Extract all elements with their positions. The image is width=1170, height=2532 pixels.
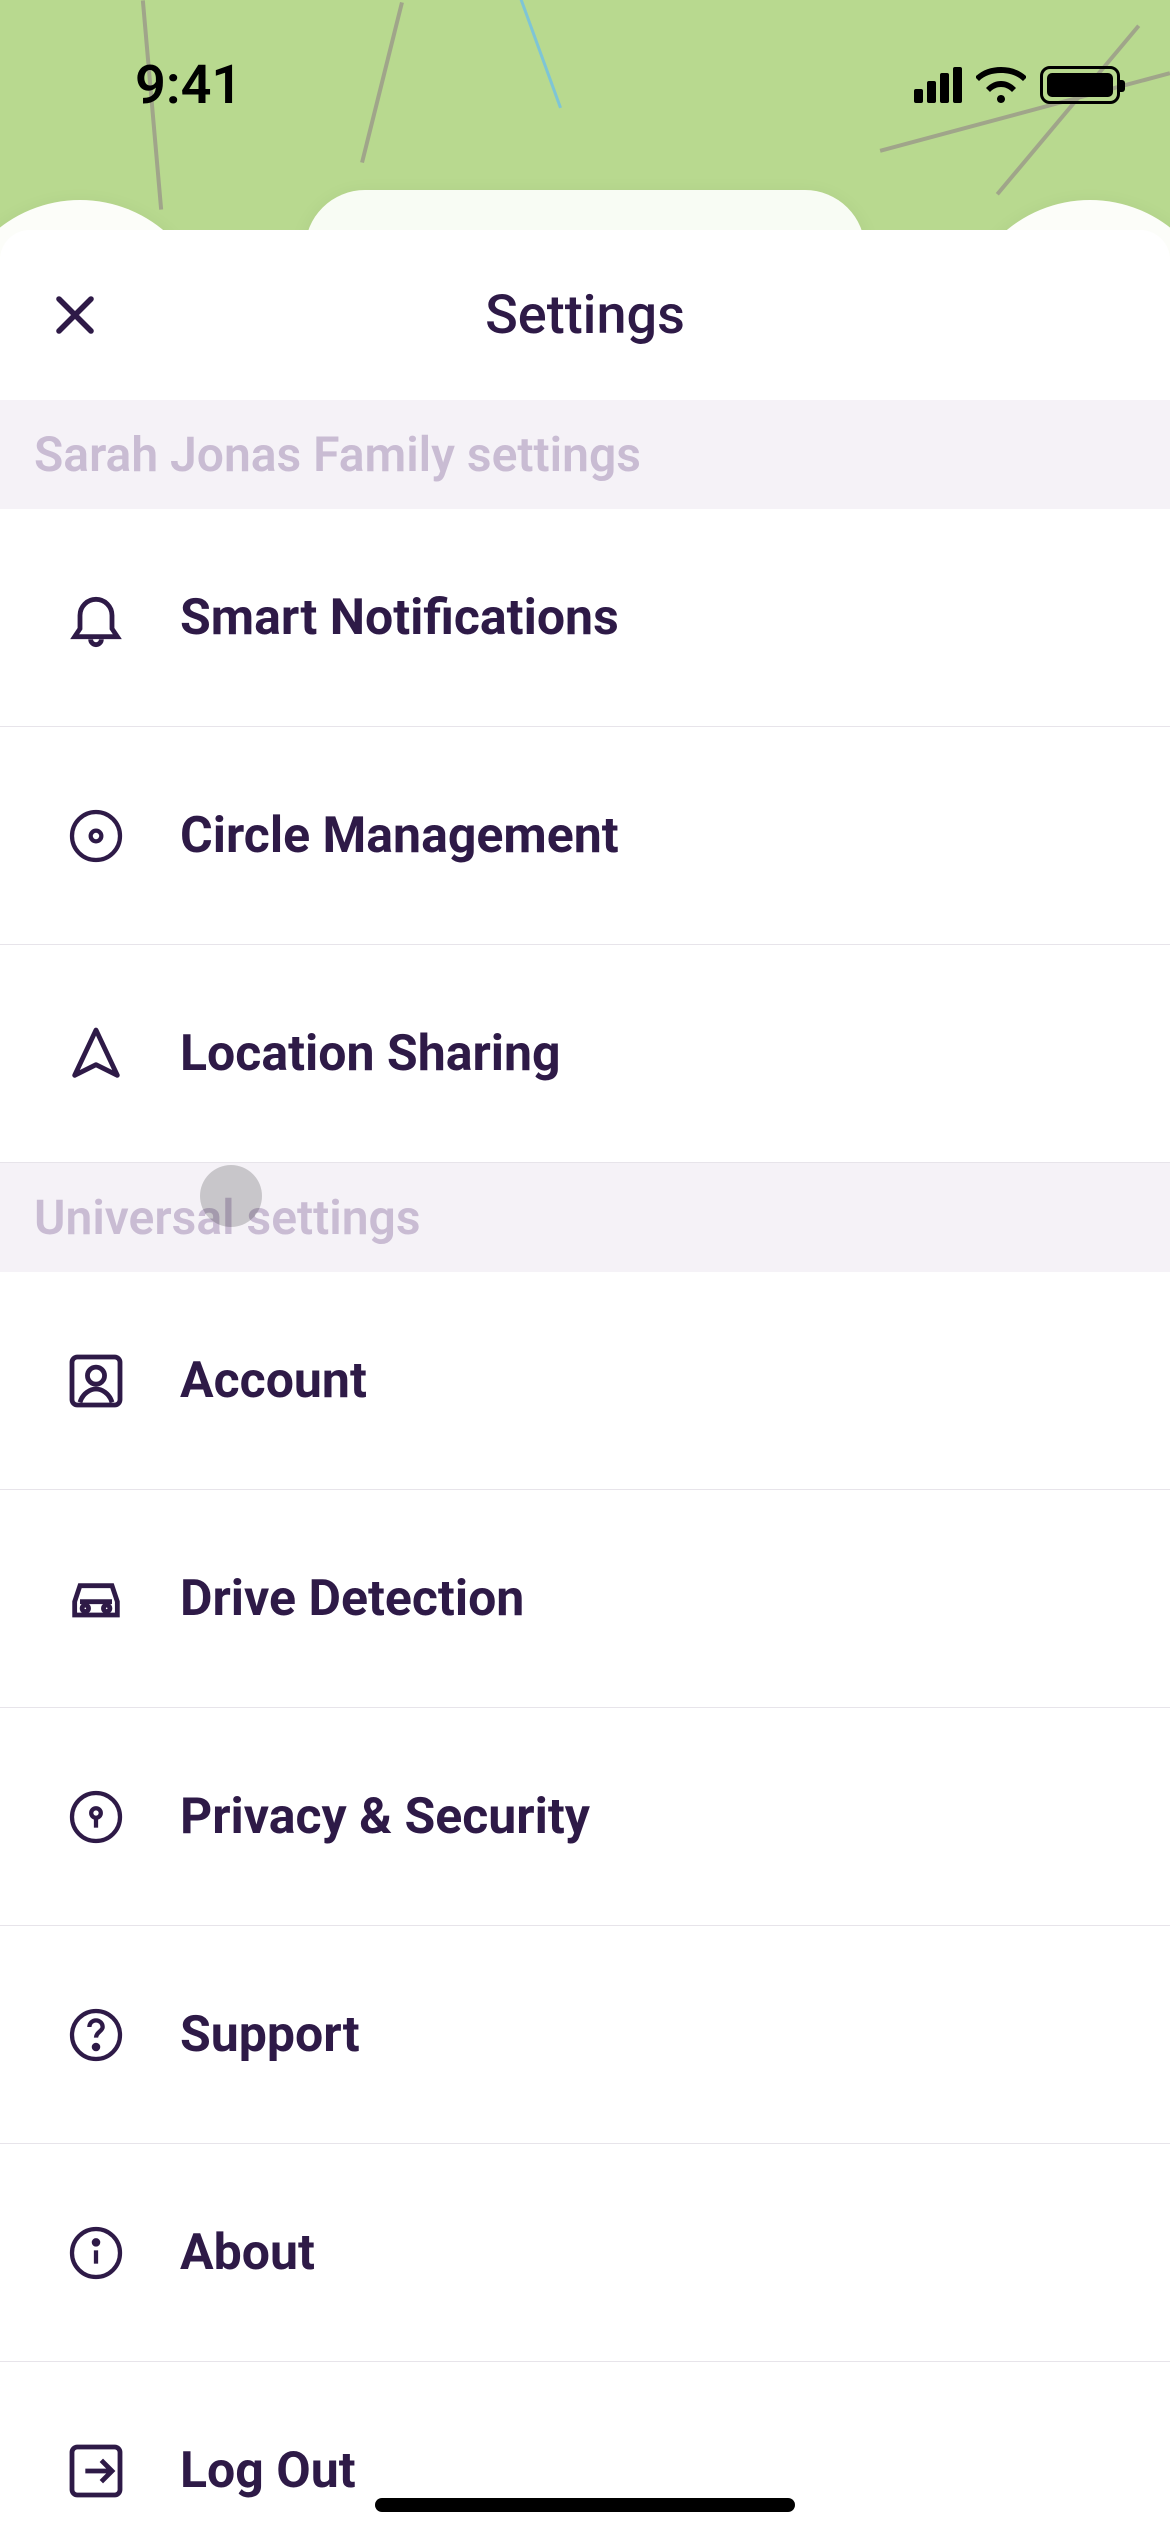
section-header-universal: Universal settings (0, 1163, 1170, 1272)
item-label: Support (180, 2006, 360, 2064)
close-button[interactable] (50, 290, 100, 340)
settings-item-drive-detection[interactable]: Drive Detection (0, 1490, 1170, 1708)
status-bar: 9:41 (0, 0, 1170, 140)
sheet-header: Settings (0, 230, 1170, 400)
item-label: Account (180, 1352, 367, 1410)
page-title: Settings (0, 284, 1170, 347)
settings-item-smart-notifications[interactable]: Smart Notifications (0, 509, 1170, 727)
status-icons (914, 66, 1120, 104)
item-label: Smart Notifications (180, 589, 619, 647)
logout-icon (64, 2439, 128, 2503)
status-time: 9:41 (135, 54, 242, 117)
lock-icon (64, 1785, 128, 1849)
close-icon (51, 291, 99, 339)
settings-item-circle-management[interactable]: Circle Management (0, 727, 1170, 945)
battery-icon (1040, 66, 1120, 104)
settings-item-support[interactable]: Support (0, 1926, 1170, 2144)
wifi-icon (976, 67, 1026, 103)
info-icon (64, 2221, 128, 2285)
location-arrow-icon (64, 1022, 128, 1086)
item-label: Location Sharing (180, 1025, 561, 1083)
home-indicator[interactable] (375, 2498, 795, 2512)
bell-icon (64, 586, 128, 650)
item-label: Log Out (180, 2442, 356, 2500)
item-label: Privacy & Security (180, 1788, 590, 1846)
circle-icon (64, 804, 128, 868)
settings-item-about[interactable]: About (0, 2144, 1170, 2362)
settings-sheet: Settings Sarah Jonas Family settings Sma… (0, 230, 1170, 2532)
settings-item-privacy-security[interactable]: Privacy & Security (0, 1708, 1170, 1926)
account-icon (64, 1349, 128, 1413)
item-label: Drive Detection (180, 1570, 524, 1628)
item-label: Circle Management (180, 807, 619, 865)
help-icon (64, 2003, 128, 2067)
item-label: About (180, 2224, 315, 2282)
car-icon (64, 1567, 128, 1631)
settings-item-account[interactable]: Account (0, 1272, 1170, 1490)
cellular-signal-icon (914, 67, 962, 103)
section-header-family: Sarah Jonas Family settings (0, 400, 1170, 509)
settings-item-location-sharing[interactable]: Location Sharing (0, 945, 1170, 1163)
